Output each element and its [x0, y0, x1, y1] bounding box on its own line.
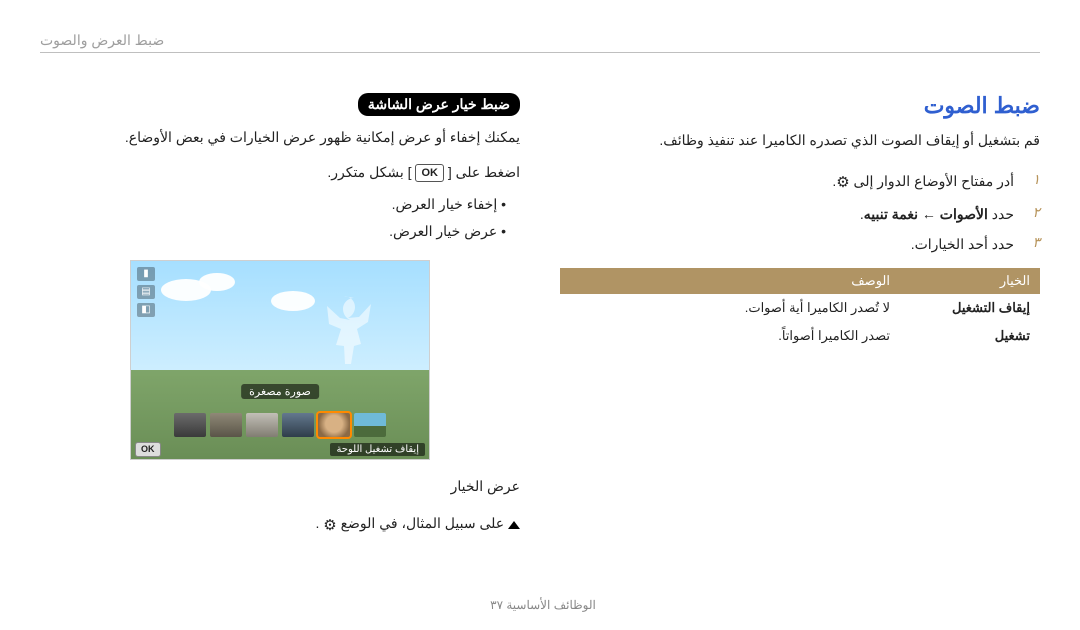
gear-icon: ⚙ — [836, 166, 849, 199]
person-silhouette-icon — [314, 294, 374, 374]
hud-status-icons: ▮ ▤ ◧ — [137, 267, 155, 317]
preview-background: ▮ ▤ ◧ صورة مصغرة — [130, 260, 430, 460]
triangle-up-icon — [508, 521, 520, 529]
left-column: ضبط الصوت قم بتشغيل أو إيقاف الصوت الذي … — [560, 93, 1040, 534]
press-ok-instruction: اضغط على [ OK ] بشكل متكرر. — [40, 159, 520, 186]
options-table: الخيار الوصف إيقاف التشغيل لا تُصدر الكا… — [560, 268, 1040, 350]
footer-page-number: ٣٧ — [490, 598, 503, 612]
gear-icon: ⚙ — [323, 516, 336, 534]
table-row: تشغيل تصدر الكاميرا أصواتاً. — [560, 322, 1040, 350]
thumbnail-label: صورة مصغرة — [241, 384, 319, 399]
option-callout: عرض الخيار — [40, 478, 520, 495]
list-item: ٣ حدد أحد الخيارات. — [560, 229, 1040, 260]
bullet-hide: إخفاء خيار العرض. — [40, 191, 506, 218]
thumbnail — [246, 413, 278, 437]
table-cell-key: إيقاف التشغيل — [900, 294, 1040, 322]
storage-icon: ▤ — [137, 285, 155, 299]
manual-page: ضبط العرض والصوت ضبط خيار عرض الشاشة يمك… — [0, 0, 1080, 630]
thumbnail-selected — [318, 413, 350, 437]
section-sound-title: ضبط الصوت — [560, 93, 1040, 119]
display-option-bullets: إخفاء خيار العرض. عرض خيار العرض. — [40, 191, 520, 244]
list-item: ٢ حدد الأصوات ← نغمة تنبيه. — [560, 199, 1040, 230]
thumbnail-strip — [174, 413, 386, 437]
table-cell-key: تشغيل — [900, 322, 1040, 350]
table-cell-desc: تصدر الكاميرا أصواتاً. — [560, 322, 900, 350]
thumbnail — [210, 413, 242, 437]
cloud-icon — [199, 273, 235, 291]
thumbnail — [354, 413, 386, 437]
right-column: ضبط خيار عرض الشاشة يمكنك إخفاء أو عرض إ… — [40, 93, 520, 534]
option-callout-label: عرض الخيار — [451, 478, 520, 494]
battery-icon: ▮ — [137, 267, 155, 281]
example-note: على سبيل المثال، في الوضع ⚙ . — [40, 515, 520, 533]
section-display-option-desc: يمكنك إخفاء أو عرض إمكانية ظهور عرض الخي… — [40, 124, 520, 151]
thumbnail — [282, 413, 314, 437]
table-row: إيقاف التشغيل لا تُصدر الكاميرا أية أصوا… — [560, 294, 1040, 322]
breadcrumb: ضبط العرض والصوت — [40, 32, 164, 49]
preview-bottom-bar: OK إيقاف تشغيل اللوحة — [135, 442, 425, 457]
section-display-option-title: ضبط خيار عرض الشاشة — [40, 93, 520, 116]
mode-icon: ◧ — [137, 303, 155, 317]
camera-preview: ▮ ▤ ◧ صورة مصغرة — [130, 260, 430, 460]
ok-key-badge: OK — [135, 442, 161, 457]
list-item: ١ أدر مفتاح الأوضاع الدوار إلى ⚙. — [560, 166, 1040, 199]
bullet-show: عرض خيار العرض. — [40, 218, 506, 245]
cloud-icon — [271, 291, 315, 311]
table-header-option: الخيار — [900, 268, 1040, 294]
thumbnail — [174, 413, 206, 437]
table-cell-desc: لا تُصدر الكاميرا أية أصوات. — [560, 294, 900, 322]
sound-steps: ١ أدر مفتاح الأوضاع الدوار إلى ⚙. ٢ حدد … — [560, 166, 1040, 261]
table-header-row: الخيار الوصف — [560, 268, 1040, 294]
ok-key-badge: OK — [415, 164, 444, 182]
footer-section: الوظائف الأساسية — [506, 598, 596, 612]
preview-bottom-label: إيقاف تشغيل اللوحة — [330, 443, 425, 456]
page-footer: الوظائف الأساسية ٣٧ — [0, 598, 1080, 612]
section-sound-desc: قم بتشغيل أو إيقاف الصوت الذي تصدره الكا… — [560, 127, 1040, 154]
table-header-desc: الوصف — [560, 268, 900, 294]
top-divider — [40, 52, 1040, 53]
camera-preview-wrap: ▮ ▤ ◧ صورة مصغرة — [40, 260, 520, 460]
